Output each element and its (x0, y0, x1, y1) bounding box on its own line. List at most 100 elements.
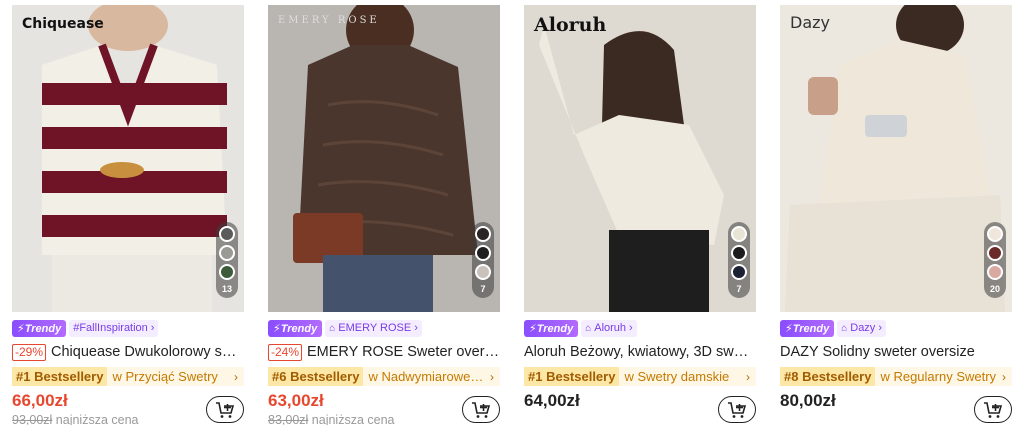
store-label: EMERY ROSE (338, 322, 412, 334)
product-card[interactable]: Dazy 20 ⚡Trendy ⌂ Dazy › DAZY Solidny sw… (780, 0, 1012, 425)
bestseller-badge: #1 Bestsellery (524, 367, 620, 386)
color-swatch[interactable] (475, 264, 491, 280)
add-to-cart-button[interactable] (462, 396, 500, 423)
discount-badge: -24% (268, 343, 303, 361)
old-price: 83,00zł (268, 413, 309, 425)
store-icon: ⌂ (585, 322, 592, 334)
product-image (268, 5, 500, 312)
color-swatch[interactable] (731, 226, 747, 242)
bestseller-category: w Przyciąć Swetry (112, 369, 218, 384)
color-swatch[interactable] (219, 245, 235, 261)
chevron-right-icon: › (878, 322, 882, 334)
product-card[interactable]: EMERY ROSE 7 ⚡Trendy ⌂ EMERY ROSE › -24%… (268, 0, 500, 425)
store-label: Aloruh (594, 322, 627, 334)
bestseller-category: w Swetry damskie (624, 369, 730, 384)
product-photo[interactable]: Chiquease 13 (12, 5, 244, 312)
color-count: 13 (221, 284, 232, 294)
old-price: 93,00zł (12, 413, 53, 425)
add-to-cart-icon (984, 401, 1003, 418)
color-swatches[interactable]: 13 (216, 222, 238, 298)
tag-row: ⚡Trendy #FallInspiration › (12, 319, 159, 337)
chevron-right-icon: › (746, 369, 750, 384)
color-swatches[interactable]: 7 (728, 222, 750, 298)
color-count: 7 (736, 284, 742, 294)
bestseller-category: w Regularny Swetry (880, 369, 997, 384)
bestseller-badge: #1 Bestsellery (12, 367, 108, 386)
chevron-right-icon: › (1002, 369, 1006, 384)
color-swatch[interactable] (987, 226, 1003, 242)
bestseller-category: w Nadwymiarowe Swetry (368, 369, 486, 384)
store-label: Dazy (850, 322, 876, 334)
color-swatch[interactable] (475, 245, 491, 261)
brand-logo: EMERY ROSE (278, 15, 380, 26)
add-to-cart-button[interactable] (974, 396, 1012, 423)
price: 80,00zł (780, 391, 836, 410)
product-photo[interactable]: EMERY ROSE 7 (268, 5, 500, 312)
color-swatch[interactable] (987, 245, 1003, 261)
product-card[interactable]: Chiquease 13 ⚡Trendy #FallInspiration › … (12, 0, 244, 425)
color-swatches[interactable]: 7 (472, 222, 494, 298)
chevron-right-icon: › (490, 369, 494, 384)
chevron-right-icon: › (414, 322, 418, 334)
chevron-right-icon: › (150, 322, 155, 334)
bestseller-row[interactable]: #8 Bestsellery w Regularny Swetry › (780, 367, 1012, 386)
product-title[interactable]: DAZY Solidny sweter oversize (780, 344, 975, 360)
price: 66,00zł (12, 391, 68, 410)
product-image (12, 5, 244, 312)
title-row[interactable]: Aloruh Beżowy, kwiatowy, 3D sweter (524, 342, 756, 362)
color-swatch[interactable] (987, 264, 1003, 280)
bestseller-row[interactable]: #6 Bestsellery w Nadwymiarowe Swetry › (268, 367, 500, 386)
add-to-cart-icon (728, 401, 747, 418)
bestseller-row[interactable]: #1 Bestsellery w Przyciąć Swetry › (12, 367, 244, 386)
product-card[interactable]: Aloruh 7 ⚡Trendy ⌂ Aloruh › Aloruh Beżow… (524, 0, 756, 425)
add-to-cart-icon (216, 401, 235, 418)
title-row[interactable]: -24% EMERY ROSE Sweter oversize (268, 342, 500, 362)
color-swatch[interactable] (731, 245, 747, 261)
old-price-row: 83,00zł najniższa cena (268, 413, 395, 425)
old-price-row: 93,00zł najniższa cena (12, 413, 139, 425)
store-link[interactable]: ⌂ EMERY ROSE › (325, 319, 422, 337)
color-count: 7 (480, 284, 486, 294)
product-grid: Chiquease 13 ⚡Trendy #FallInspiration › … (0, 0, 1022, 425)
add-to-cart-button[interactable] (206, 396, 244, 423)
add-to-cart-button[interactable] (718, 396, 756, 423)
chevron-right-icon: › (234, 369, 238, 384)
hashtag-label: #FallInspiration (73, 322, 148, 334)
color-swatches[interactable]: 20 (984, 222, 1006, 298)
store-icon: ⌂ (841, 322, 848, 334)
discount-badge: -29% (12, 343, 47, 361)
color-swatch[interactable] (731, 264, 747, 280)
product-photo[interactable]: Aloruh 7 (524, 5, 756, 312)
store-link[interactable]: ⌂ Dazy › (837, 319, 886, 337)
trendy-badge: ⚡Trendy (524, 319, 579, 337)
bestseller-row[interactable]: #1 Bestsellery w Swetry damskie › (524, 367, 756, 386)
hashtag-link[interactable]: #FallInspiration › (69, 319, 159, 337)
title-row[interactable]: DAZY Solidny sweter oversize (780, 342, 1012, 362)
product-image (780, 5, 1012, 312)
brand-logo: Aloruh (534, 14, 607, 36)
product-title[interactable]: EMERY ROSE Sweter oversize (307, 344, 500, 360)
price: 64,00zł (524, 391, 580, 410)
tag-row: ⚡Trendy ⌂ Aloruh › (524, 319, 637, 337)
color-swatch[interactable] (219, 264, 235, 280)
bestseller-badge: #8 Bestsellery (780, 367, 876, 386)
color-swatch[interactable] (219, 226, 235, 242)
price: 63,00zł (268, 391, 324, 410)
add-to-cart-icon (472, 401, 491, 418)
store-icon: ⌂ (329, 322, 336, 334)
bestseller-badge: #6 Bestsellery (268, 367, 364, 386)
store-link[interactable]: ⌂ Aloruh › (581, 319, 637, 337)
color-count: 20 (989, 284, 1000, 294)
product-photo[interactable]: Dazy 20 (780, 5, 1012, 312)
lowest-price-note: najniższa cena (55, 413, 139, 425)
trendy-badge: ⚡Trendy (268, 319, 323, 337)
lowest-price-note: najniższa cena (311, 413, 395, 425)
trendy-badge: ⚡Trendy (12, 319, 67, 337)
color-swatch[interactable] (475, 226, 491, 242)
trendy-badge: ⚡Trendy (780, 319, 835, 337)
product-title[interactable]: Chiquease Dwukolorowy sweter w paski (51, 344, 244, 360)
tag-row: ⚡Trendy ⌂ EMERY ROSE › (268, 319, 422, 337)
title-row[interactable]: -29% Chiquease Dwukolorowy sweter w pask… (12, 342, 244, 362)
brand-logo: Chiquease (22, 16, 104, 32)
product-title[interactable]: Aloruh Beżowy, kwiatowy, 3D sweter (524, 344, 756, 360)
